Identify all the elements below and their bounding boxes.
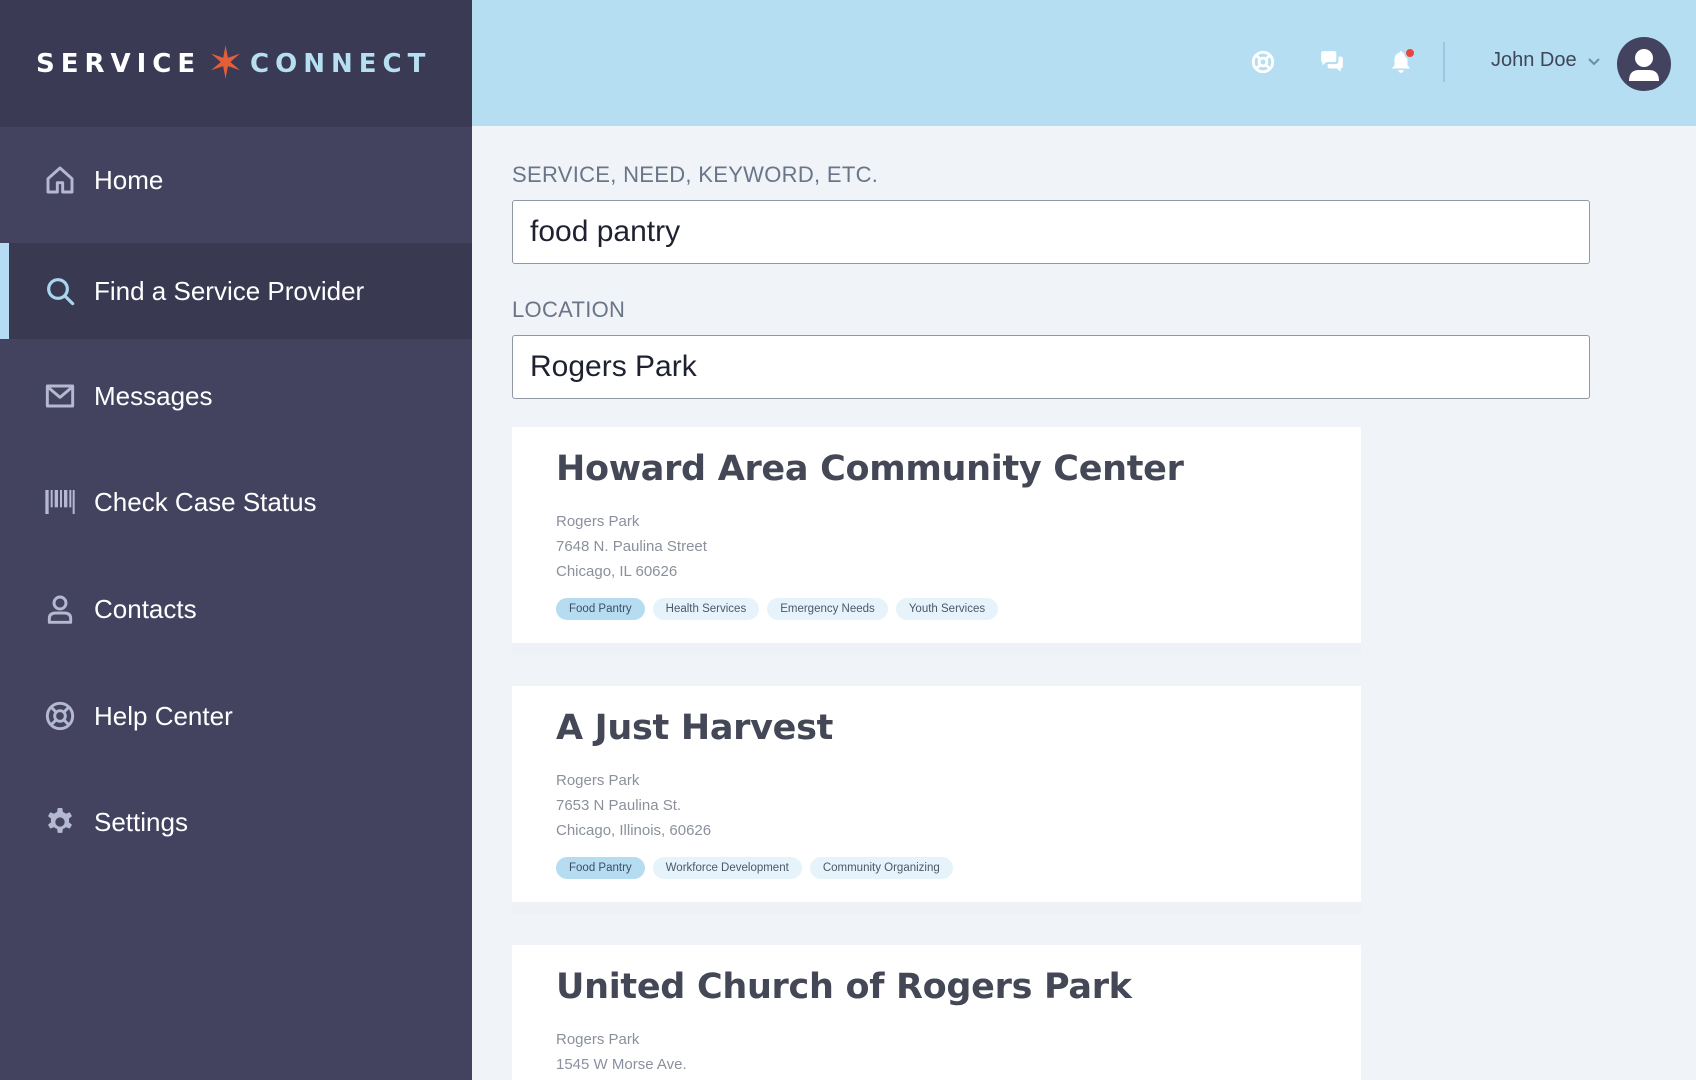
result-card[interactable]: A Just Harvest Rogers Park 7653 N Paulin… — [512, 686, 1361, 914]
sidebar: SERVICE ✶ CONNECT Home Find a Service Pr… — [0, 0, 472, 1080]
barcode-icon — [44, 486, 76, 518]
tag[interactable]: Community Organizing — [809, 857, 953, 879]
address-line: 1545 W Morse Ave. — [556, 1056, 687, 1073]
avatar[interactable] — [1617, 37, 1671, 91]
sidebar-item-settings[interactable]: Settings — [0, 774, 472, 870]
envelope-icon — [44, 380, 76, 412]
user-icon — [44, 593, 76, 625]
result-card[interactable]: Howard Area Community Center Rogers Park… — [512, 427, 1361, 655]
sidebar-item-contacts[interactable]: Contacts — [0, 561, 472, 657]
sidebar-item-label: Contacts — [94, 593, 197, 624]
divider — [1443, 42, 1445, 82]
logo-connect-text: CONNECT — [250, 48, 432, 79]
tag[interactable]: Youth Services — [895, 598, 999, 620]
address-line: Rogers Park — [556, 772, 640, 789]
provider-name[interactable]: Howard Area Community Center — [556, 449, 1317, 489]
tag[interactable]: Food Pantry — [556, 598, 645, 620]
location-label: LOCATION — [512, 297, 626, 322]
result-card[interactable]: United Church of Rogers Park Rogers Park… — [512, 945, 1361, 1080]
keyword-input[interactable] — [512, 200, 1590, 264]
top-bar: John Doe — [472, 0, 1696, 126]
user-name[interactable]: John Doe — [1491, 49, 1577, 72]
sidebar-item-label: Settings — [94, 806, 188, 837]
sidebar-item-help-center[interactable]: Help Center — [0, 668, 472, 764]
tag[interactable]: Health Services — [652, 598, 760, 620]
address-line: 7648 N. Paulina Street — [556, 538, 707, 555]
location-input[interactable] — [512, 335, 1590, 399]
sidebar-item-label: Help Center — [94, 700, 233, 731]
address-line: Rogers Park — [556, 1031, 640, 1048]
logo[interactable]: SERVICE ✶ CONNECT — [0, 0, 472, 127]
lifebuoy-icon[interactable] — [1246, 45, 1280, 79]
chat-icon[interactable] — [1315, 45, 1349, 79]
gear-icon — [44, 806, 76, 838]
sidebar-item-label: Check Case Status — [94, 486, 317, 517]
search-icon — [44, 275, 76, 307]
sidebar-item-label: Find a Service Provider — [94, 275, 365, 306]
sidebar-item-messages[interactable]: Messages — [0, 348, 472, 444]
sidebar-item-label: Home — [94, 164, 164, 195]
notification-dot — [1404, 47, 1416, 59]
sidebar-item-home[interactable]: Home — [0, 132, 472, 228]
tag[interactable]: Food Pantry — [556, 857, 645, 879]
tag-list: Food Pantry Workforce Development Commun… — [556, 857, 1317, 879]
address-line: Rogers Park — [556, 513, 640, 530]
sidebar-item-find-provider[interactable]: Find a Service Provider — [0, 243, 472, 339]
home-icon — [44, 164, 76, 196]
tag[interactable]: Emergency Needs — [767, 598, 888, 620]
provider-address: Rogers Park 7648 N. Paulina Street Chica… — [556, 509, 1317, 584]
sidebar-item-label: Messages — [94, 380, 213, 411]
bell-icon[interactable] — [1384, 45, 1418, 79]
app-root: SERVICE ✶ CONNECT Home Find a Service Pr… — [0, 0, 1696, 1080]
star-icon: ✶ — [207, 38, 245, 88]
chevron-down-icon[interactable] — [1586, 54, 1602, 70]
keyword-label: SERVICE, NEED, KEYWORD, ETC. — [512, 162, 879, 187]
logo-service-text: SERVICE — [36, 48, 202, 79]
sidebar-item-check-case-status[interactable]: Check Case Status — [0, 454, 472, 550]
address-line: 7653 N Paulina St. — [556, 797, 682, 814]
address-line: Chicago, IL 60626 — [556, 563, 678, 580]
tag[interactable]: Workforce Development — [652, 857, 802, 879]
provider-address: Rogers Park 7653 N Paulina St. Chicago, … — [556, 768, 1317, 843]
address-line: Chicago, Illinois, 60626 — [556, 822, 712, 839]
tag-list: Food Pantry Health Services Emergency Ne… — [556, 598, 1317, 620]
lifebuoy-icon — [44, 700, 76, 732]
provider-name[interactable]: United Church of Rogers Park — [556, 967, 1317, 1007]
provider-name[interactable]: A Just Harvest — [556, 708, 1317, 748]
provider-address: Rogers Park 1545 W Morse Ave. — [556, 1027, 1317, 1077]
